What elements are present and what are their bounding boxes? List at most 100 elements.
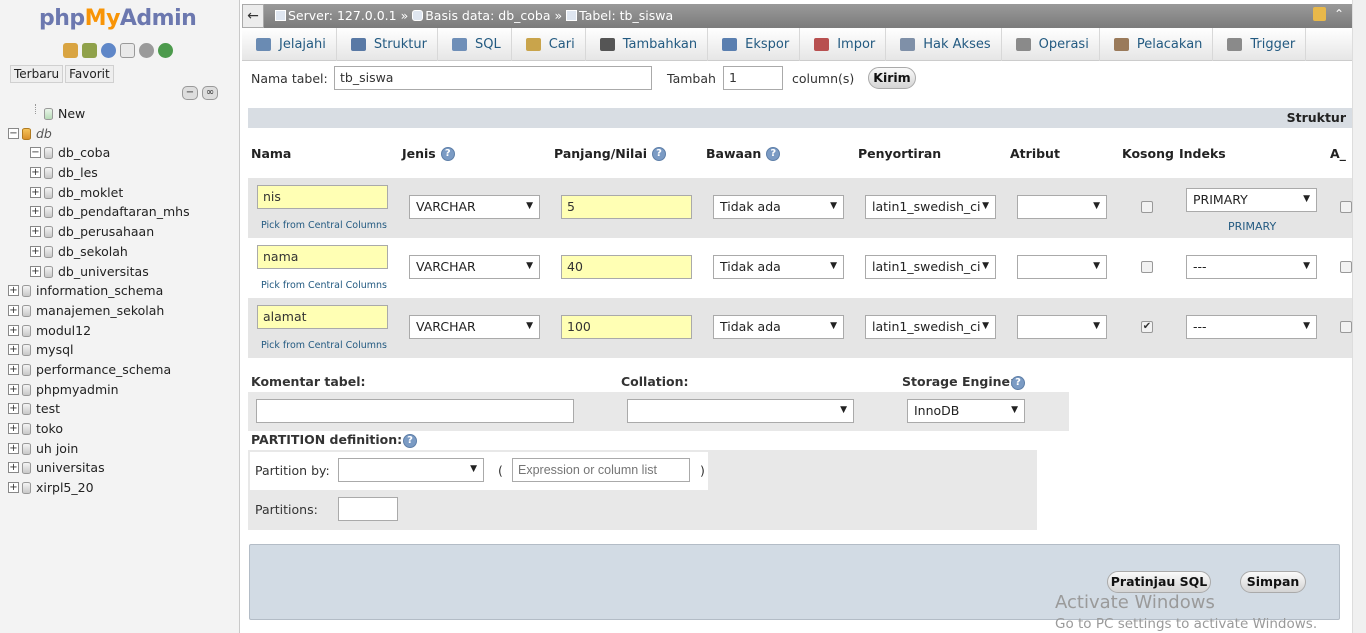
tab-recent[interactable]: Terbaru	[10, 65, 64, 83]
tree-item[interactable]: + modul12	[8, 321, 238, 341]
tree-item-label[interactable]: New	[58, 104, 85, 124]
tab-ekspor[interactable]: Ekspor	[708, 28, 801, 61]
tab-jelajahi[interactable]: Jelajahi	[242, 28, 337, 61]
column-collation-select[interactable]: latin1_swedish_ci	[865, 315, 996, 339]
tree-item[interactable]: + db_perusahaan	[8, 222, 238, 242]
column-index-select[interactable]: ---	[1186, 255, 1317, 279]
exit-icon[interactable]	[82, 43, 97, 58]
breadcrumb-table[interactable]: Tabel: tb_siswa	[579, 8, 673, 23]
tree-item[interactable]: + information_schema	[8, 281, 238, 301]
help-icon[interactable]: ?	[440, 146, 455, 161]
tab-hak-akses[interactable]: Hak Akses	[886, 28, 1002, 61]
back-arrow-icon[interactable]: ←	[242, 4, 264, 28]
column-name-input[interactable]: nama	[257, 245, 388, 269]
home-icon[interactable]	[63, 43, 78, 58]
tree-item-label[interactable]: information_schema	[36, 281, 163, 301]
storage-engine-select[interactable]: InnoDB	[907, 399, 1025, 423]
docs-icon[interactable]	[120, 43, 135, 58]
breadcrumb-database[interactable]: Basis data: db_coba	[425, 8, 550, 23]
tree-item-label[interactable]: db_les	[58, 163, 98, 183]
column-default-select[interactable]: Tidak ada	[713, 315, 844, 339]
phpmyadmin-logo[interactable]: phpMyAdmin	[39, 6, 197, 31]
add-columns-input[interactable]: 1	[723, 66, 783, 90]
help-icon[interactable]: ?	[403, 434, 417, 448]
link-with-main-icon[interactable]: ∞	[202, 86, 218, 100]
vertical-scrollbar[interactable]	[1352, 0, 1366, 633]
tree-item[interactable]: + manajemen_sekolah	[8, 301, 238, 321]
tab-tambahkan[interactable]: Tambahkan	[586, 28, 709, 61]
tree-item[interactable]: − db	[8, 124, 238, 144]
tree-item-label[interactable]: db_perusahaan	[58, 222, 154, 242]
column-name-input[interactable]: alamat	[257, 305, 388, 329]
help-icon[interactable]	[101, 43, 116, 58]
auto-increment-checkbox[interactable]	[1340, 321, 1352, 333]
column-length-input[interactable]: 5	[561, 195, 692, 219]
breadcrumb-server[interactable]: Server: 127.0.0.1	[288, 8, 397, 23]
expand-icon[interactable]: +	[30, 245, 41, 257]
tree-item[interactable]: + db_sekolah	[8, 242, 238, 262]
tree-item[interactable]: + xirpl5_20	[8, 478, 238, 498]
tree-item[interactable]: + test	[8, 399, 238, 419]
expand-icon[interactable]: +	[8, 363, 19, 375]
tree-item-label[interactable]: uh join	[36, 439, 78, 459]
tree-item[interactable]: + uh join	[8, 439, 238, 459]
partition-expression-input[interactable]	[512, 458, 690, 482]
expand-icon[interactable]: +	[30, 265, 41, 277]
tree-item[interactable]: + phpmyadmin	[8, 380, 238, 400]
table-collation-select[interactable]	[627, 399, 854, 423]
expand-icon[interactable]: +	[8, 344, 19, 356]
auto-increment-checkbox[interactable]	[1340, 261, 1352, 273]
auto-increment-checkbox[interactable]	[1340, 201, 1352, 213]
expand-icon[interactable]: +	[8, 285, 19, 297]
tree-item-label[interactable]: universitas	[36, 458, 105, 478]
column-type-select[interactable]: VARCHAR	[409, 195, 540, 219]
column-index-select[interactable]: PRIMARY	[1186, 188, 1317, 212]
tree-item-label[interactable]: modul12	[36, 321, 91, 341]
tree-item-label[interactable]: db_moklet	[58, 183, 123, 203]
tree-item-label[interactable]: db_pendaftaran_mhs	[58, 202, 190, 222]
expand-icon[interactable]: +	[8, 462, 19, 474]
help-icon[interactable]: ?	[766, 146, 781, 161]
collapse-all-icon[interactable]: −	[182, 86, 198, 100]
tree-item-label[interactable]: xirpl5_20	[36, 478, 94, 498]
expand-icon[interactable]: +	[8, 324, 19, 336]
expand-icon[interactable]: +	[30, 226, 41, 238]
tree-item[interactable]: − db_coba	[8, 143, 238, 163]
collapse-caret-icon[interactable]: ⌃	[1334, 7, 1344, 21]
expand-icon[interactable]: +	[8, 482, 19, 494]
column-length-input[interactable]: 40	[561, 255, 692, 279]
tree-item-label[interactable]: mysql	[36, 340, 74, 360]
table-comment-input[interactable]	[256, 399, 574, 423]
settings-gear-icon[interactable]	[139, 43, 154, 58]
column-null-checkbox[interactable]	[1141, 261, 1153, 273]
column-type-select[interactable]: VARCHAR	[409, 315, 540, 339]
column-type-select[interactable]: VARCHAR	[409, 255, 540, 279]
submit-add-columns-button[interactable]: Kirim	[868, 67, 916, 89]
column-collation-select[interactable]: latin1_swedish_ci	[865, 255, 996, 279]
tree-item[interactable]: + performance_schema	[8, 360, 238, 380]
tree-item[interactable]: + toko	[8, 419, 238, 439]
pick-central-columns-link[interactable]: Pick from Central Columns	[261, 280, 387, 291]
tree-item-label[interactable]: test	[36, 399, 60, 419]
expand-icon[interactable]: +	[30, 186, 41, 198]
column-length-input[interactable]: 100	[561, 315, 692, 339]
partition-by-select[interactable]	[338, 458, 484, 482]
expand-icon[interactable]: +	[8, 383, 19, 395]
column-null-checkbox[interactable]	[1141, 201, 1153, 213]
partitions-count-input[interactable]	[338, 497, 398, 521]
tree-item[interactable]: + db_les	[8, 163, 238, 183]
tree-item-label[interactable]: db_universitas	[58, 262, 149, 282]
tree-item-label[interactable]: phpmyadmin	[36, 380, 119, 400]
collapse-icon[interactable]: −	[30, 147, 41, 159]
tree-item-label[interactable]: toko	[36, 419, 63, 439]
tree-item[interactable]: + db_universitas	[8, 262, 238, 282]
column-name-input[interactable]: nis	[257, 185, 388, 209]
tab-impor[interactable]: Impor	[800, 28, 887, 61]
tree-item-label[interactable]: db_sekolah	[58, 242, 128, 262]
tree-item-label[interactable]: db_coba	[58, 143, 110, 163]
tree-item-label[interactable]: manajemen_sekolah	[36, 301, 164, 321]
help-icon[interactable]: ?	[1011, 376, 1025, 390]
tab-trigger[interactable]: Trigger	[1213, 28, 1307, 61]
expand-icon[interactable]: +	[30, 206, 41, 218]
pick-central-columns-link[interactable]: Pick from Central Columns	[261, 220, 387, 231]
